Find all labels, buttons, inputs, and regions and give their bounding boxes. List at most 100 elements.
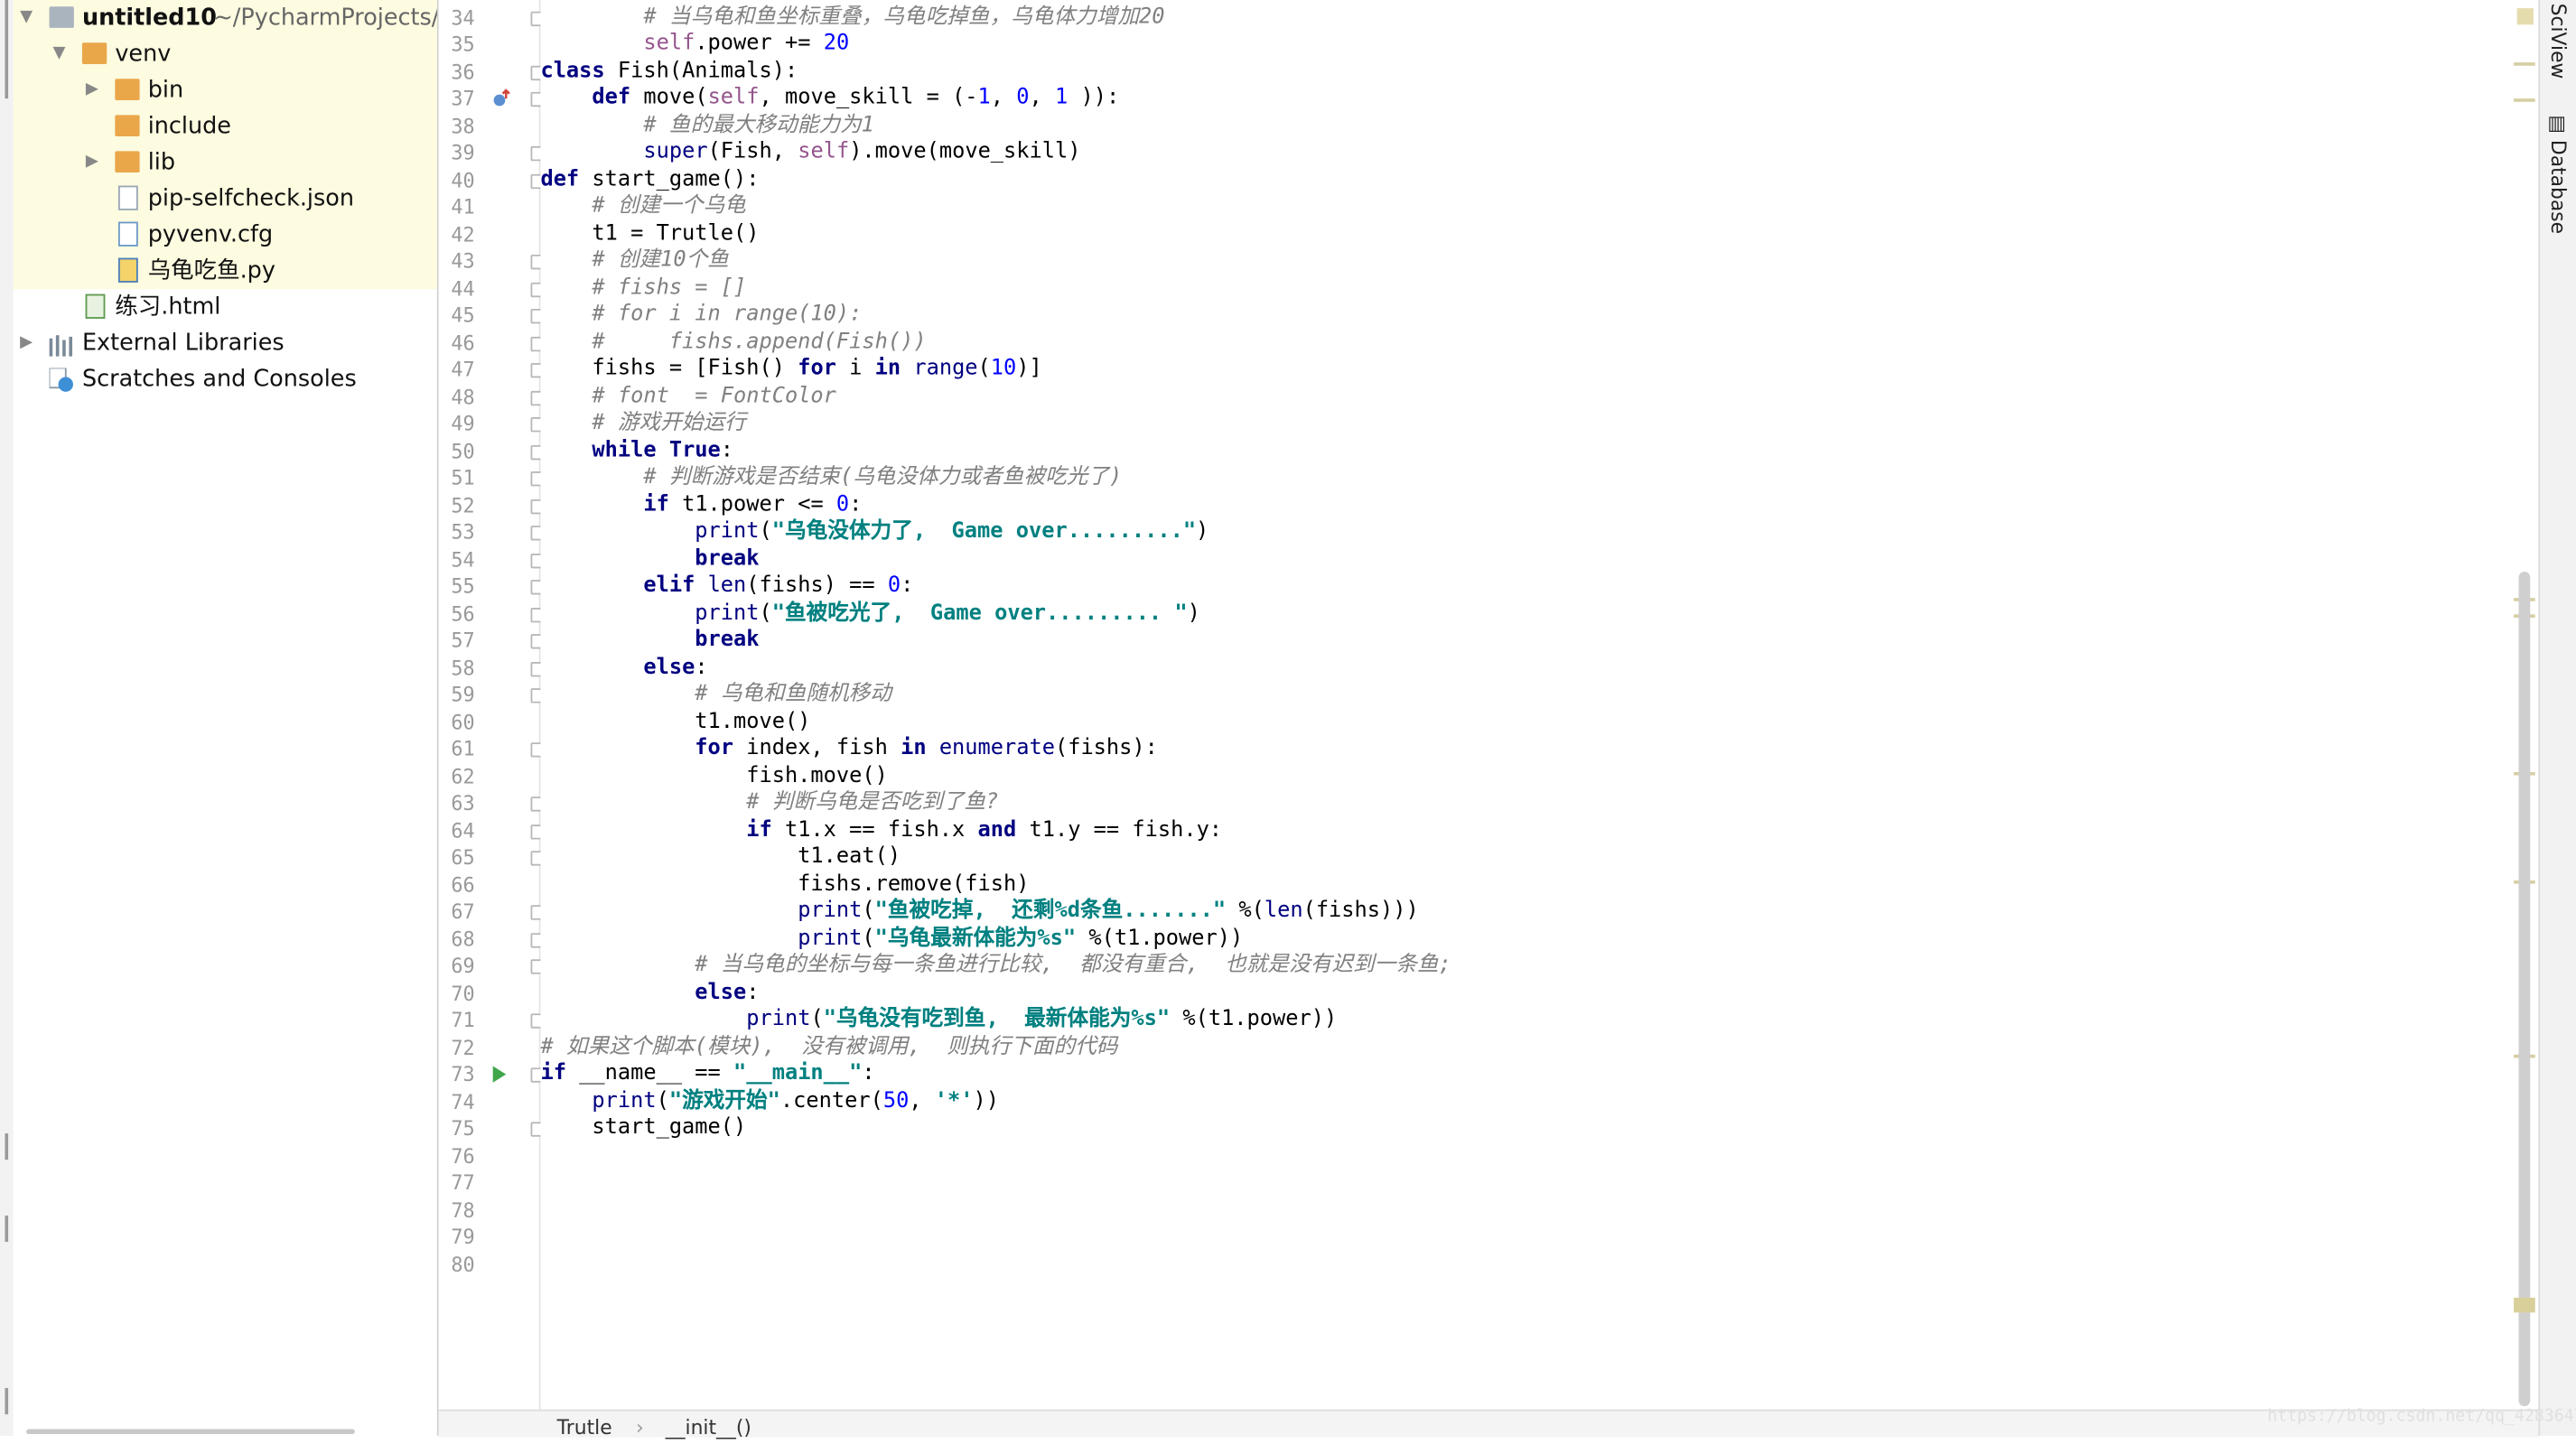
code-line[interactable]: break bbox=[540, 628, 759, 655]
line-number: 52 bbox=[451, 493, 475, 517]
code-token: : bbox=[746, 980, 760, 1005]
code-token: # 创建10个鱼 bbox=[540, 247, 729, 273]
code-line[interactable]: if t1.x == fish.x and t1.y == fish.y: bbox=[540, 817, 1222, 844]
code-token: : bbox=[862, 1061, 875, 1086]
code-line[interactable]: # 当乌龟的坐标与每一条鱼进行比较, 都没有重合, 也就是没有迟到一条鱼; bbox=[540, 953, 1451, 980]
line-number: 57 bbox=[451, 629, 475, 653]
sciview-tool-tab[interactable]: SciView bbox=[2546, 4, 2569, 79]
collapse-arrow-icon[interactable]: ▶ bbox=[82, 72, 102, 108]
expand-arrow-icon[interactable]: ▼ bbox=[50, 36, 70, 72]
code-line[interactable]: # 当乌龟和鱼坐标重叠，乌龟吃掉鱼，乌龟体力增加20 bbox=[540, 5, 1164, 32]
code-line[interactable]: print("鱼被吃光了, Game over......... ") bbox=[540, 601, 1200, 628]
code-line[interactable]: break bbox=[540, 546, 759, 573]
code-line[interactable]: print("乌龟最新体能为%s" %(t1.power)) bbox=[540, 926, 1243, 953]
project-tool-tab[interactable] bbox=[5, 0, 9, 99]
code-line[interactable]: if __name__ == "__main__": bbox=[540, 1061, 874, 1088]
code-editor[interactable]: # 当乌龟和鱼坐标重叠，乌龟吃掉鱼，乌龟体力增加20 self.power +=… bbox=[540, 0, 2513, 1410]
code-line[interactable]: # 游戏开始运行 bbox=[540, 411, 745, 438]
editor-gutter[interactable]: 34 35 36 37 38 39 40 41 42 43 44 45 46 47 48 49 50 51 52 53… bbox=[438, 0, 546, 1410]
override-marker-icon[interactable] bbox=[491, 89, 511, 113]
collapse-arrow-icon[interactable]: ▶ bbox=[82, 144, 102, 181]
line-number: 46 bbox=[451, 331, 475, 354]
tree-item-html[interactable]: 练习.html bbox=[14, 289, 437, 325]
code-line[interactable]: # 创建一个乌龟 bbox=[540, 194, 745, 221]
libraries-icon bbox=[49, 331, 74, 357]
code-line[interactable]: # for i in range(10): bbox=[540, 303, 862, 330]
code-line[interactable]: def move(self, move_skill = (-1, 0, 1 ))… bbox=[540, 86, 1119, 113]
code-line[interactable]: # 创建10个鱼 bbox=[540, 248, 729, 275]
code-token: len bbox=[707, 573, 747, 599]
warning-marker[interactable] bbox=[2514, 1298, 2535, 1313]
code-token: "乌龟没有吃到鱼, 最新体能为%s" bbox=[823, 1007, 1171, 1032]
code-token: in bbox=[874, 356, 914, 382]
code-token: ( bbox=[759, 518, 772, 545]
cfg-file-icon bbox=[117, 221, 138, 247]
code-line[interactable]: fishs = [Fish() for i in range(10)] bbox=[540, 357, 1041, 384]
code-line[interactable]: else: bbox=[540, 655, 707, 682]
folder-icon bbox=[115, 79, 140, 100]
code-line[interactable]: def start_game(): bbox=[540, 167, 759, 194]
code-line[interactable]: print("乌龟没有吃到鱼, 最新体能为%s" %(t1.power)) bbox=[540, 1007, 1337, 1034]
tree-item-lib[interactable]: ▶ lib bbox=[13, 144, 437, 182]
code-token: else bbox=[643, 654, 695, 680]
code-line[interactable]: print("鱼被吃掉, 还剩%d条鱼......." %(len(fishs)… bbox=[540, 898, 1419, 926]
tree-item-scratches[interactable]: Scratches and Consoles bbox=[14, 361, 437, 397]
code-line[interactable]: self.power += 20 bbox=[540, 32, 849, 59]
expand-arrow-icon[interactable]: ▼ bbox=[16, 0, 36, 36]
tree-item-bin[interactable]: ▶ bin bbox=[13, 72, 437, 109]
tree-item-pip-selfcheck[interactable]: pip-selfcheck.json bbox=[13, 181, 437, 218]
tree-item-include[interactable]: include bbox=[13, 108, 437, 145]
code-line[interactable]: while True: bbox=[540, 438, 733, 465]
code-line[interactable]: print("乌龟没体力了, Game over.........") bbox=[540, 519, 1209, 546]
run-arrow-icon[interactable] bbox=[491, 1065, 508, 1089]
code-token: , bbox=[909, 1088, 935, 1113]
error-stripe[interactable] bbox=[2510, 0, 2539, 1410]
code-token: 0 bbox=[1016, 85, 1030, 110]
code-token: Fish(Animals): bbox=[617, 58, 798, 83]
code-line[interactable]: t1 = Trutle() bbox=[540, 221, 759, 248]
code-line[interactable]: else: bbox=[540, 980, 759, 1007]
code-line[interactable]: # 鱼的最大移动能力为1 bbox=[540, 113, 874, 140]
code-line[interactable]: # 乌龟和鱼随机移动 bbox=[540, 682, 891, 709]
code-token: print bbox=[798, 898, 863, 924]
line-number: 34 bbox=[451, 5, 475, 29]
code-line[interactable]: print("游戏开始".center(50, '*')) bbox=[540, 1088, 999, 1115]
code-line[interactable]: # 判断游戏是否结束(乌龟没体力或者鱼被吃光了) bbox=[540, 465, 1122, 492]
bottom-tool-tab[interactable] bbox=[5, 1388, 9, 1415]
breadcrumb-method[interactable]: __init__() bbox=[666, 1411, 751, 1444]
tree-item-venv[interactable]: ▼ venv bbox=[13, 36, 437, 73]
inspection-status-icon[interactable] bbox=[2516, 8, 2534, 25]
tree-item-turtle-py[interactable]: 乌龟吃鱼.py bbox=[13, 253, 437, 290]
database-tool-tab[interactable]: ▤ Database bbox=[2546, 115, 2569, 234]
code-line[interactable]: t1.move() bbox=[540, 709, 810, 736]
code-token: : bbox=[849, 491, 863, 517]
collapse-arrow-icon[interactable]: ▶ bbox=[16, 325, 36, 361]
tree-item-external-libraries[interactable]: ▶ External Libraries bbox=[14, 325, 437, 361]
code-line[interactable]: # font = FontColor bbox=[540, 384, 836, 411]
code-line[interactable]: super(Fish, self).move(move_skill) bbox=[540, 140, 1080, 167]
code-line[interactable]: start_game() bbox=[540, 1115, 746, 1142]
tree-item-pyvenv[interactable]: pyvenv.cfg bbox=[13, 217, 437, 254]
code-line[interactable]: for index, fish in enumerate(fishs): bbox=[540, 736, 1158, 763]
project-horizontal-scrollbar[interactable] bbox=[26, 1429, 355, 1434]
code-line[interactable]: t1.eat() bbox=[540, 844, 901, 871]
favorites-tool-tab[interactable] bbox=[5, 1216, 9, 1243]
editor-vertical-scrollbar[interactable] bbox=[2518, 572, 2531, 1407]
structure-tool-tab[interactable] bbox=[5, 1133, 9, 1160]
breadcrumb-class[interactable]: Trutle bbox=[557, 1411, 612, 1444]
code-line[interactable]: if t1.power <= 0: bbox=[540, 492, 862, 519]
code-line[interactable]: # 如果这个脚本(模块), 没有被调用, 则执行下面的代码 bbox=[540, 1034, 1117, 1061]
tree-root[interactable]: ▼ untitled10 ~/PycharmProjects/u bbox=[13, 0, 437, 37]
code-line[interactable]: # fishs.append(Fish()) bbox=[540, 330, 926, 357]
code-line[interactable]: # fishs = [] bbox=[540, 275, 746, 303]
code-line[interactable]: elif len(fishs) == 0: bbox=[540, 573, 913, 601]
code-line[interactable]: fishs.remove(fish) bbox=[540, 871, 1029, 899]
watermark: https://blog.csdn.net/qq_42836479 bbox=[2267, 1407, 2576, 1426]
line-number: 50 bbox=[451, 439, 475, 463]
code-line[interactable]: # 判断乌龟是否吃到了鱼? bbox=[540, 790, 998, 817]
folder-icon bbox=[115, 151, 140, 172]
code-line[interactable]: fish.move() bbox=[540, 763, 888, 790]
code-line[interactable]: class Fish(Animals): bbox=[540, 59, 798, 86]
code-token: t1.x == fish.x bbox=[784, 816, 978, 843]
